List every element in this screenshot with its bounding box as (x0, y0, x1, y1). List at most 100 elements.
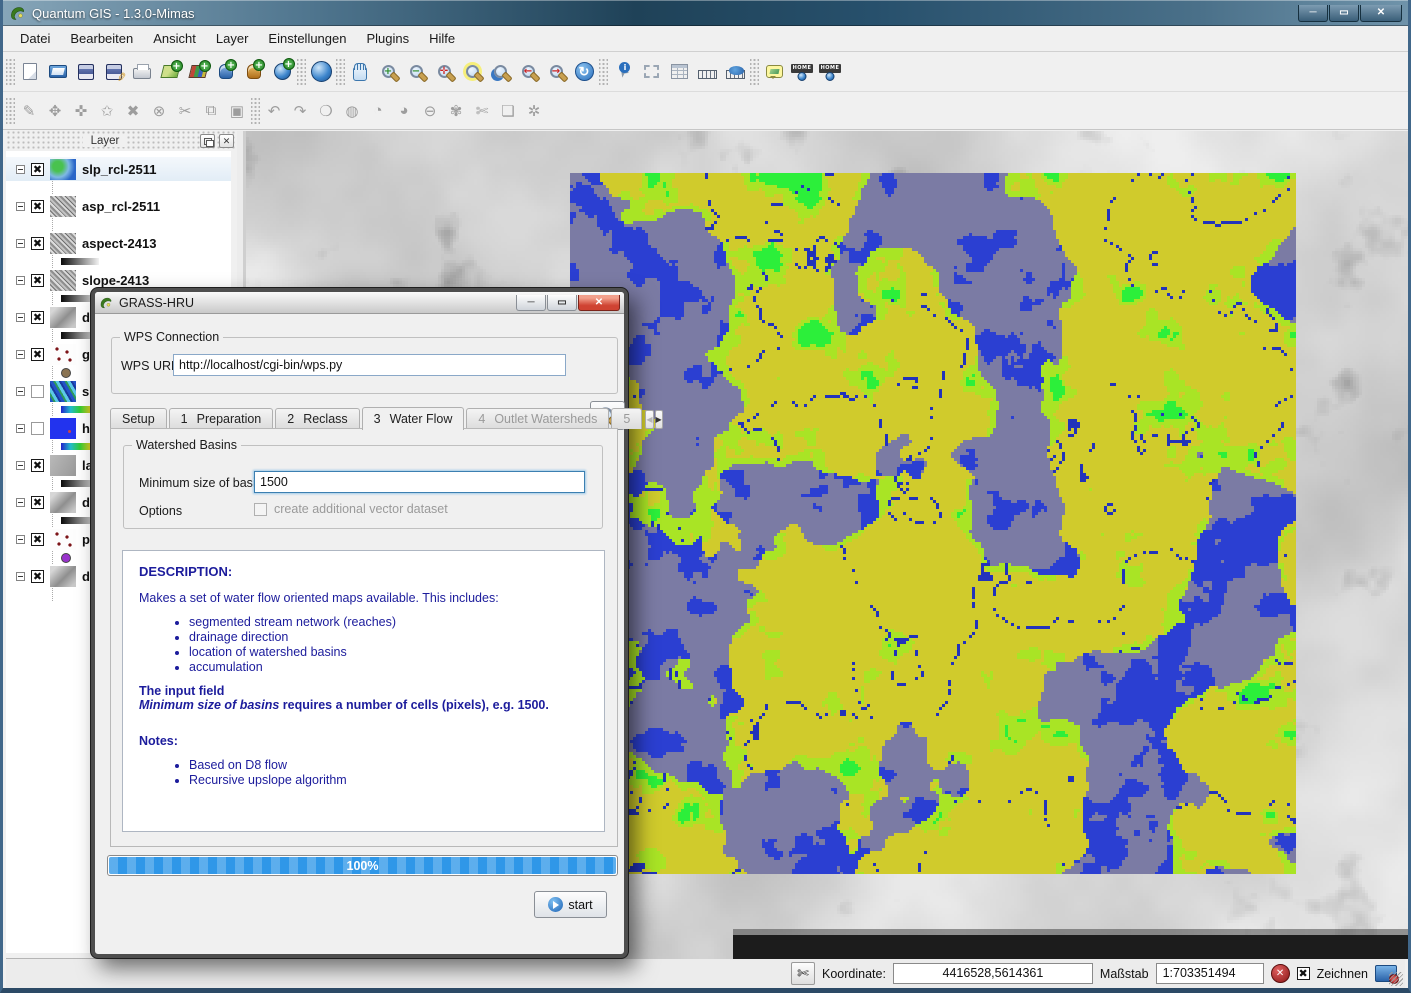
resize-grip[interactable] (1389, 972, 1403, 986)
layer-visibility-checkbox[interactable]: ✖ (31, 200, 44, 213)
menu-layer[interactable]: Layer (207, 28, 258, 49)
menu-hilfe[interactable]: Hilfe (420, 28, 464, 49)
menu-einstellungen[interactable]: Einstellungen (259, 28, 355, 49)
refresh-map-button[interactable]: ↻ (570, 58, 598, 86)
new-project-button[interactable] (16, 58, 44, 86)
dialog-maximize-button[interactable]: ▭ (547, 295, 577, 311)
tab-water-flow[interactable]: 3Water Flow (362, 407, 465, 430)
expand-icon[interactable] (16, 350, 25, 359)
home-plugin-button[interactable]: HOME (788, 58, 816, 86)
dialog-close-button[interactable]: ✕ (578, 295, 620, 311)
delete-vertex-button[interactable]: ⊗ (146, 98, 172, 124)
mouse-position-toggle-button[interactable]: ✄ (791, 962, 815, 985)
expand-icon[interactable] (16, 313, 25, 322)
expand-icon[interactable] (16, 276, 25, 285)
expand-icon[interactable] (16, 461, 25, 470)
copy-features-button[interactable]: ⧉ (198, 98, 224, 124)
move-feature-button[interactable]: ✥ (42, 98, 68, 124)
zoom-in-button[interactable]: + (374, 58, 402, 86)
undo-button[interactable]: ↶ (261, 98, 287, 124)
zoom-out-button[interactable]: − (402, 58, 430, 86)
open-attribute-table-button[interactable] (665, 58, 693, 86)
split-features-button[interactable]: ✄ (469, 98, 495, 124)
expand-icon[interactable] (16, 387, 25, 396)
layer-visibility-checkbox[interactable]: ✖ (31, 311, 44, 324)
simplify-feature-button[interactable]: ❍ (313, 98, 339, 124)
zoom-to-layer-button[interactable] (486, 58, 514, 86)
add-part-button[interactable]: ◔ (365, 98, 391, 124)
panel-float-button[interactable] (200, 134, 215, 148)
tab-scroll-right-button[interactable]: ▶ (655, 410, 663, 429)
web-globe-button[interactable] (307, 58, 335, 86)
open-project-button[interactable] (44, 58, 72, 86)
menu-plugins[interactable]: Plugins (357, 28, 418, 49)
layer-row-0[interactable]: ✖slp_rcl-2511 (6, 157, 231, 181)
close-button[interactable]: ✕ (1360, 5, 1402, 22)
reshape-features-button[interactable]: ✾ (443, 98, 469, 124)
tab-setup[interactable]: Setup (110, 408, 167, 429)
add-raster-layer-button[interactable]: + (184, 58, 212, 86)
dialog-title-bar[interactable]: GRASS-HRU ─▭✕ (95, 292, 624, 314)
save-project-button[interactable] (72, 58, 100, 86)
dialog-minimize-button[interactable]: ─ (516, 295, 546, 311)
redo-button[interactable]: ↷ (287, 98, 313, 124)
layer-visibility-checkbox[interactable]: ✖ (31, 570, 44, 583)
menu-ansicht[interactable]: Ansicht (144, 28, 205, 49)
wps-url-input[interactable] (173, 354, 566, 376)
panel-close-button[interactable]: ✕ (219, 134, 234, 148)
stop-render-icon[interactable]: ✕ (1271, 964, 1290, 983)
zoom-next-button[interactable]: → (542, 58, 570, 86)
pan-map-button[interactable] (346, 58, 374, 86)
add-wms-layer-button[interactable]: + (240, 58, 268, 86)
menu-bearbeiten[interactable]: Bearbeiten (61, 28, 142, 49)
zoom-full-extent-button[interactable]: ✛ (430, 58, 458, 86)
measure-line-button[interactable] (693, 58, 721, 86)
merge-features-button[interactable]: ❏ (495, 98, 521, 124)
expand-icon[interactable] (16, 535, 25, 544)
paste-features-button[interactable]: ▣ (224, 98, 250, 124)
add-ring-button[interactable]: ◍ (339, 98, 365, 124)
layer-row-2[interactable]: ✖aspect-2413 (6, 231, 231, 255)
layer-visibility-checkbox[interactable]: ✖ (31, 459, 44, 472)
layer-visibility-checkbox[interactable]: ✖ (31, 237, 44, 250)
delete-selected-button[interactable]: ✖ (120, 98, 146, 124)
tab-reclass[interactable]: 2Reclass (275, 408, 359, 429)
home-plugin-alt-button[interactable]: HOME (816, 58, 844, 86)
tab-scroll-left-button[interactable]: ◀ (645, 410, 653, 429)
create-vector-checkbox[interactable] (254, 503, 267, 516)
delete-part-button[interactable]: ⊖ (417, 98, 443, 124)
tab-tab-5[interactable]: 5 (611, 408, 642, 429)
render-checkbox[interactable]: ✖ (1297, 967, 1310, 980)
minimize-button[interactable]: ─ (1298, 5, 1328, 22)
expand-icon[interactable] (16, 239, 25, 248)
expand-icon[interactable] (16, 498, 25, 507)
expand-icon[interactable] (16, 572, 25, 581)
add-postgis-layer-button[interactable]: + (212, 58, 240, 86)
add-vector-layer-button[interactable]: + (156, 58, 184, 86)
save-project-as-button[interactable]: ✎ (100, 58, 128, 86)
layer-visibility-checkbox[interactable] (31, 385, 44, 398)
add-wfs-layer-button[interactable]: + (268, 58, 296, 86)
select-features-button[interactable] (637, 58, 665, 86)
layer-visibility-checkbox[interactable]: ✖ (31, 496, 44, 509)
layer-row-1[interactable]: ✖asp_rcl-2511 (6, 194, 231, 218)
classified-raster-layer[interactable] (570, 173, 1296, 874)
map-tips-button[interactable] (760, 58, 788, 86)
layer-visibility-checkbox[interactable]: ✖ (31, 163, 44, 176)
start-button[interactable]: start (534, 891, 607, 918)
cut-features-button[interactable]: ✂ (172, 98, 198, 124)
layer-visibility-checkbox[interactable]: ✖ (31, 348, 44, 361)
tab-preparation[interactable]: 1Preparation (169, 408, 274, 429)
tab-outlet-watersheds[interactable]: 4Outlet Watersheds (466, 408, 609, 429)
menu-datei[interactable]: Datei (11, 28, 59, 49)
rotate-point-symbols-button[interactable]: ✲ (521, 98, 547, 124)
move-vertex-button[interactable]: ✜ (68, 98, 94, 124)
toggle-editing-button[interactable]: ✎ (16, 98, 42, 124)
print-composer-button[interactable] (128, 58, 156, 86)
layer-visibility-checkbox[interactable]: ✖ (31, 274, 44, 287)
expand-icon[interactable] (16, 202, 25, 211)
maximize-button[interactable]: ▭ (1329, 5, 1359, 22)
layer-visibility-checkbox[interactable]: ✖ (31, 533, 44, 546)
zoom-to-selection-button[interactable] (458, 58, 486, 86)
delete-ring-button[interactable]: ◕ (391, 98, 417, 124)
